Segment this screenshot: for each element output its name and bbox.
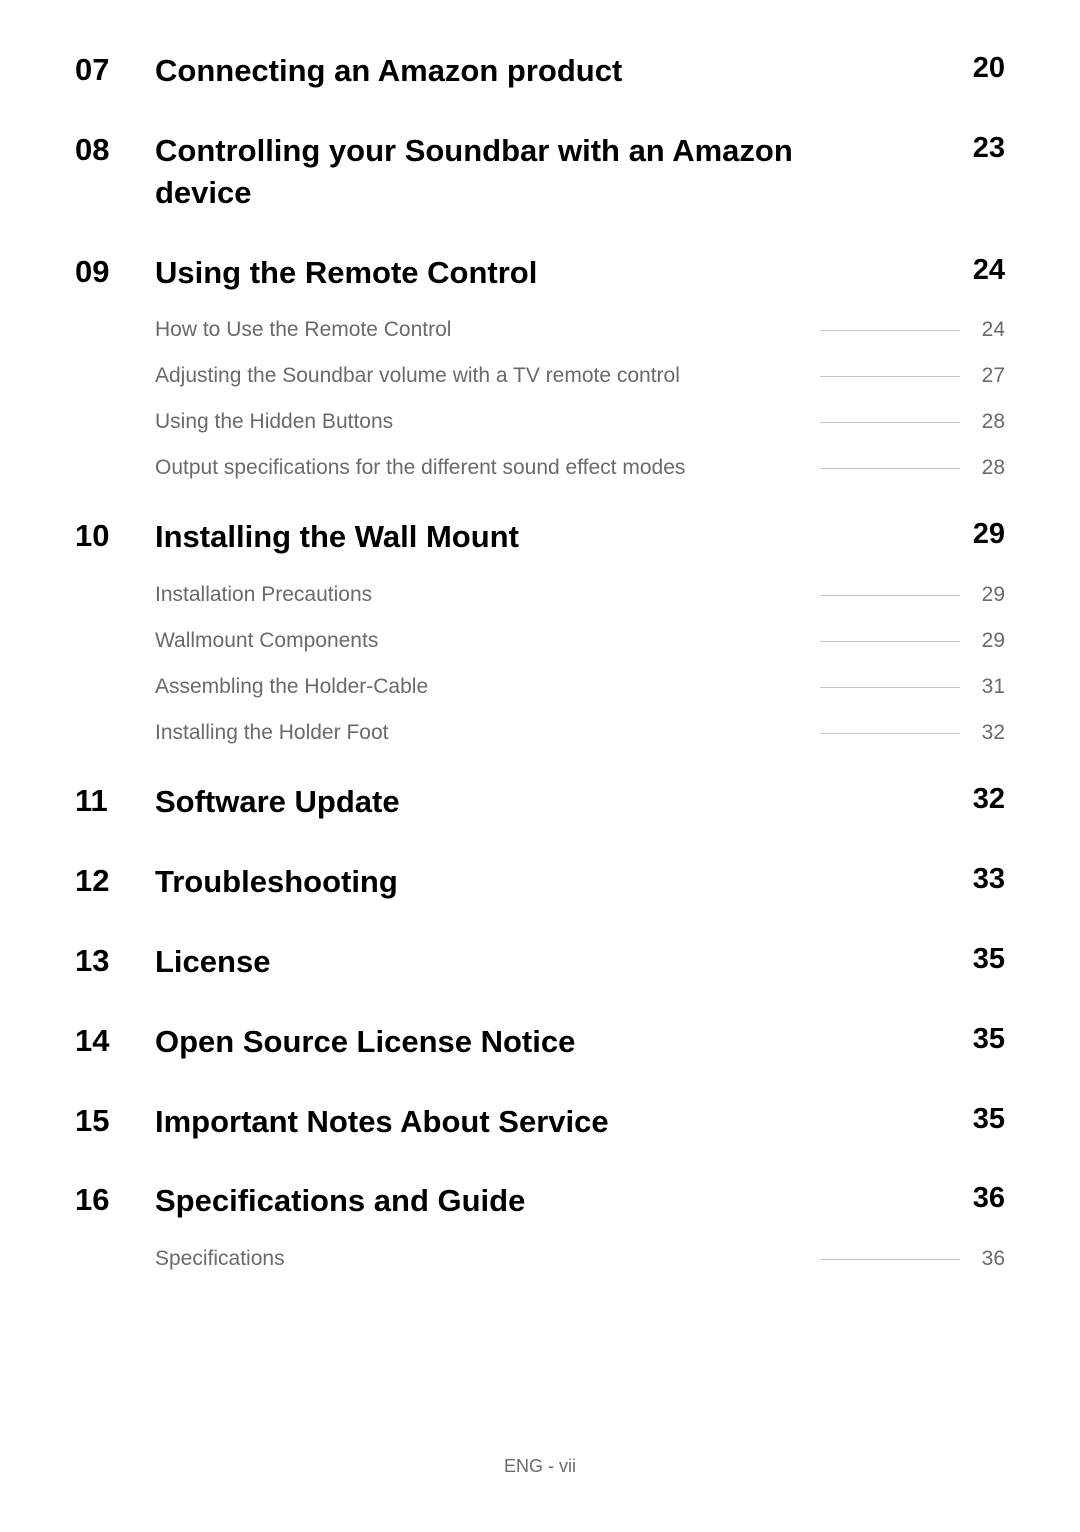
chapter-number: 10 bbox=[75, 516, 155, 554]
chapter-title[interactable]: Troubleshooting bbox=[155, 861, 398, 903]
chapter-page: 35 bbox=[973, 1021, 1005, 1056]
chapter-number: 07 bbox=[75, 50, 155, 88]
chapter-page: 29 bbox=[973, 516, 1005, 551]
chapter-page: 35 bbox=[973, 1101, 1005, 1136]
chapter-page: 24 bbox=[973, 252, 1005, 287]
leader-line bbox=[820, 641, 960, 642]
toc-chapter-12: 12 Troubleshooting 33 bbox=[75, 861, 1005, 903]
toc-chapter-10: 10 Installing the Wall Mount 29 Installa… bbox=[75, 516, 1005, 753]
sub-title[interactable]: Installation Precautions bbox=[155, 583, 372, 607]
sub-page: 36 bbox=[975, 1247, 1005, 1271]
chapter-page: 32 bbox=[973, 781, 1005, 816]
sub-item: How to Use the Remote Control 24 bbox=[155, 318, 1005, 342]
sub-page: 32 bbox=[975, 721, 1005, 745]
page-footer: ENG - vii bbox=[0, 1456, 1080, 1477]
leader-line bbox=[820, 1259, 960, 1260]
sub-list: How to Use the Remote Control 24 Adjusti… bbox=[155, 318, 1005, 480]
chapter-page: 36 bbox=[973, 1180, 1005, 1215]
sub-page: 29 bbox=[975, 583, 1005, 607]
chapter-title[interactable]: Connecting an Amazon product bbox=[155, 50, 622, 92]
toc-chapter-15: 15 Important Notes About Service 35 bbox=[75, 1101, 1005, 1143]
sub-page: 24 bbox=[975, 318, 1005, 342]
chapter-number: 11 bbox=[75, 781, 155, 819]
chapter-page: 20 bbox=[973, 50, 1005, 85]
chapter-page: 23 bbox=[973, 130, 1005, 165]
chapter-title[interactable]: Controlling your Soundbar with an Amazon… bbox=[155, 130, 805, 214]
chapter-number: 08 bbox=[75, 130, 155, 168]
sub-item: Output specifications for the different … bbox=[155, 456, 1005, 480]
sub-item: Specifications 36 bbox=[155, 1247, 1005, 1271]
toc-chapter-13: 13 License 35 bbox=[75, 941, 1005, 983]
leader-line bbox=[820, 595, 960, 596]
sub-title[interactable]: Installing the Holder Foot bbox=[155, 721, 388, 745]
toc-chapter-16: 16 Specifications and Guide 36 Specifica… bbox=[75, 1180, 1005, 1279]
sub-page: 27 bbox=[975, 364, 1005, 388]
leader-line bbox=[820, 468, 960, 469]
sub-page: 31 bbox=[975, 675, 1005, 699]
toc-chapter-09: 09 Using the Remote Control 24 How to Us… bbox=[75, 252, 1005, 489]
sub-list: Installation Precautions 29 Wallmount Co… bbox=[155, 583, 1005, 745]
leader-line bbox=[820, 330, 960, 331]
chapter-title[interactable]: Specifications and Guide bbox=[155, 1180, 525, 1222]
chapter-number: 09 bbox=[75, 252, 155, 290]
chapter-title[interactable]: License bbox=[155, 941, 270, 983]
sub-title[interactable]: Specifications bbox=[155, 1247, 285, 1271]
chapter-title[interactable]: Software Update bbox=[155, 781, 400, 823]
leader-line bbox=[820, 733, 960, 734]
sub-list: Specifications 36 bbox=[155, 1247, 1005, 1271]
sub-item: Installing the Holder Foot 32 bbox=[155, 721, 1005, 745]
leader-line bbox=[820, 376, 960, 377]
sub-title[interactable]: Wallmount Components bbox=[155, 629, 378, 653]
toc-chapter-08: 08 Controlling your Soundbar with an Ama… bbox=[75, 130, 1005, 214]
sub-item: Wallmount Components 29 bbox=[155, 629, 1005, 653]
toc-chapter-14: 14 Open Source License Notice 35 bbox=[75, 1021, 1005, 1063]
chapter-page: 35 bbox=[973, 941, 1005, 976]
sub-item: Installation Precautions 29 bbox=[155, 583, 1005, 607]
toc-chapter-07: 07 Connecting an Amazon product 20 bbox=[75, 50, 1005, 92]
chapter-title[interactable]: Installing the Wall Mount bbox=[155, 516, 519, 558]
table-of-contents: 07 Connecting an Amazon product 20 08 Co… bbox=[75, 50, 1005, 1279]
chapter-title[interactable]: Open Source License Notice bbox=[155, 1021, 575, 1063]
chapter-number: 14 bbox=[75, 1021, 155, 1059]
chapter-title[interactable]: Important Notes About Service bbox=[155, 1101, 609, 1143]
sub-title[interactable]: Output specifications for the different … bbox=[155, 456, 685, 480]
chapter-number: 15 bbox=[75, 1101, 155, 1139]
chapter-number: 16 bbox=[75, 1180, 155, 1218]
sub-page: 28 bbox=[975, 410, 1005, 434]
sub-title[interactable]: Adjusting the Soundbar volume with a TV … bbox=[155, 364, 680, 388]
toc-chapter-11: 11 Software Update 32 bbox=[75, 781, 1005, 823]
sub-title[interactable]: How to Use the Remote Control bbox=[155, 318, 451, 342]
leader-line bbox=[820, 687, 960, 688]
sub-item: Assembling the Holder-Cable 31 bbox=[155, 675, 1005, 699]
sub-item: Adjusting the Soundbar volume with a TV … bbox=[155, 364, 1005, 388]
sub-title[interactable]: Assembling the Holder-Cable bbox=[155, 675, 428, 699]
chapter-page: 33 bbox=[973, 861, 1005, 896]
sub-item: Using the Hidden Buttons 28 bbox=[155, 410, 1005, 434]
leader-line bbox=[820, 422, 960, 423]
sub-page: 29 bbox=[975, 629, 1005, 653]
chapter-title[interactable]: Using the Remote Control bbox=[155, 252, 537, 294]
chapter-number: 13 bbox=[75, 941, 155, 979]
sub-page: 28 bbox=[975, 456, 1005, 480]
sub-title[interactable]: Using the Hidden Buttons bbox=[155, 410, 393, 434]
chapter-number: 12 bbox=[75, 861, 155, 899]
